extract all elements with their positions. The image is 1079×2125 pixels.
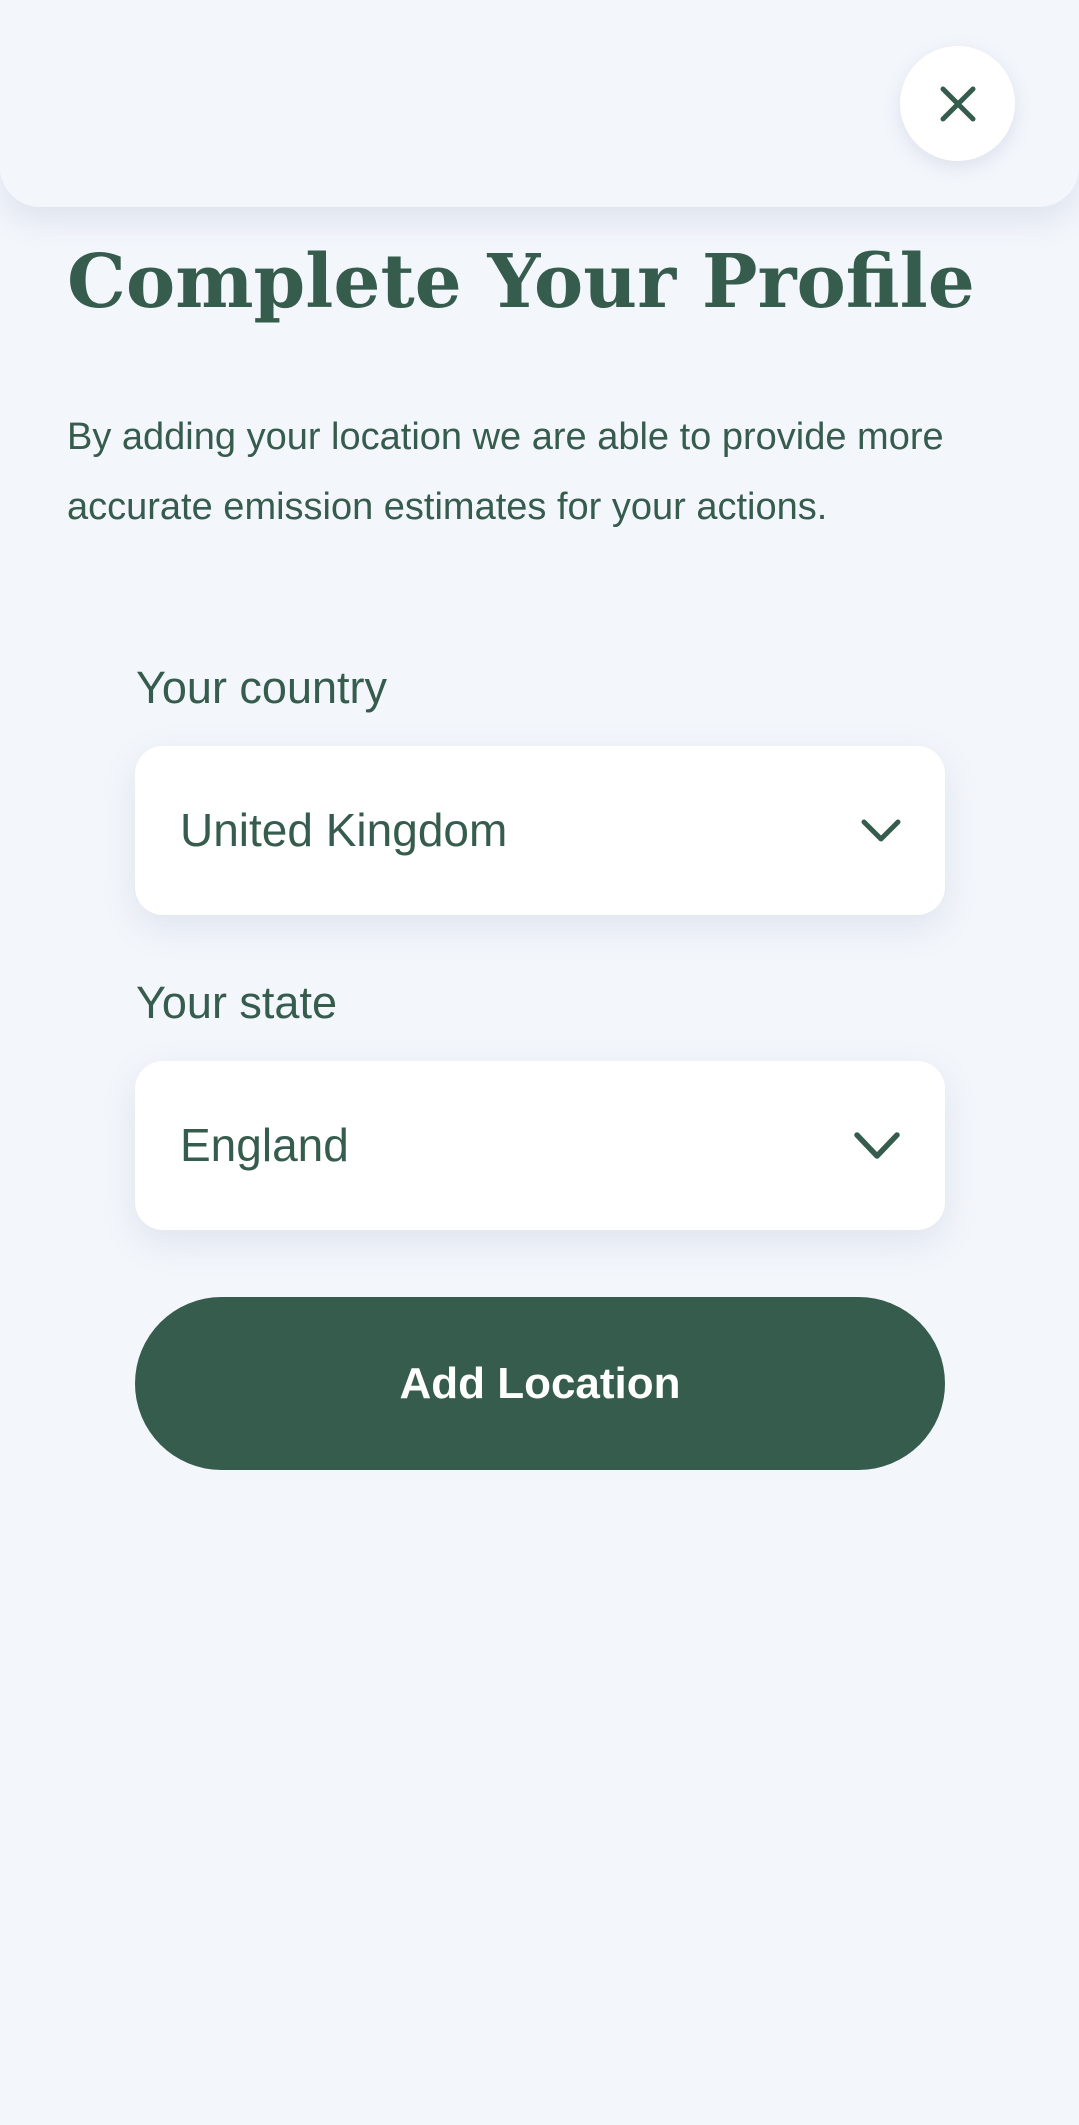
state-select[interactable]: England [135,1061,945,1230]
chevron-down-icon [853,1131,901,1161]
close-button[interactable] [900,46,1015,161]
close-icon [939,85,977,123]
page-title: Complete Your Profile [67,239,975,325]
chevron-down-icon [861,819,901,843]
page-description: By adding your location we are able to p… [67,416,944,528]
state-label: Your state [136,977,337,1028]
modal-header [0,0,1079,207]
country-select-value: United Kingdom [180,804,508,856]
country-label: Your country [136,662,387,713]
state-select-value: England [180,1119,349,1171]
country-select[interactable]: United Kingdom [135,746,945,915]
add-location-button[interactable]: Add Location [135,1297,945,1470]
